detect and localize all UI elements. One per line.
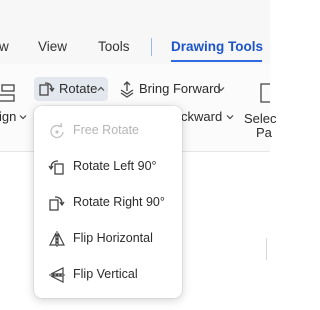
rotate-left-icon bbox=[48, 160, 64, 175]
menu-item-label: Rotate Left 90° bbox=[73, 159, 157, 173]
tab-view[interactable]: View bbox=[38, 38, 67, 56]
tab-tools[interactable]: Tools bbox=[98, 38, 130, 56]
menu-bar: w View Tools Drawing Tools bbox=[0, 0, 270, 64]
selection-pane-label-2: Pa bbox=[256, 125, 272, 140]
chevron-up-icon bbox=[97, 86, 105, 91]
flip-horizontal-icon bbox=[49, 231, 65, 247]
chevron-down-icon bbox=[19, 115, 27, 120]
menu-item-label: Free Rotate bbox=[73, 123, 140, 137]
selection-pane-icon[interactable] bbox=[258, 82, 270, 104]
free-rotate-icon bbox=[50, 122, 64, 139]
align-icon[interactable] bbox=[0, 82, 18, 104]
tab-separator bbox=[151, 38, 152, 56]
menu-item-free-rotate: Free Rotate bbox=[34, 115, 182, 145]
rotate-right-icon bbox=[49, 196, 65, 211]
canvas-edge bbox=[266, 238, 270, 260]
menu-item-label: Flip Vertical bbox=[73, 267, 138, 281]
menu-item-label: Rotate Right 90° bbox=[73, 195, 165, 209]
menu-item-flip-horizontal[interactable]: Flip Horizontal bbox=[34, 223, 182, 253]
align-button-label[interactable]: ign bbox=[0, 108, 16, 126]
rotate-dropdown-menu: Free Rotate Rotate Left 90° Rotate Right… bbox=[34, 106, 182, 298]
chevron-down-icon bbox=[217, 87, 225, 92]
active-tab-indicator bbox=[171, 60, 262, 62]
menu-item-flip-vertical[interactable]: Flip Vertical bbox=[34, 259, 182, 289]
send-backward-label[interactable]: ckward bbox=[181, 108, 222, 126]
menu-item-rotate-right[interactable]: Rotate Right 90° bbox=[34, 187, 182, 217]
chevron-down-icon bbox=[226, 115, 234, 120]
rotate-button-label: Rotate bbox=[59, 81, 98, 96]
rotate-icon bbox=[39, 82, 55, 96]
menu-item-rotate-left[interactable]: Rotate Left 90° bbox=[34, 151, 182, 181]
bring-forward-label[interactable]: Bring Forward bbox=[139, 80, 221, 98]
tab-drawing-tools[interactable]: Drawing Tools bbox=[171, 38, 263, 56]
bring-forward-icon[interactable] bbox=[118, 80, 136, 98]
tab-review[interactable]: w bbox=[0, 38, 9, 56]
menu-item-label: Flip Horizontal bbox=[73, 231, 153, 245]
flip-vertical-icon bbox=[49, 267, 65, 283]
